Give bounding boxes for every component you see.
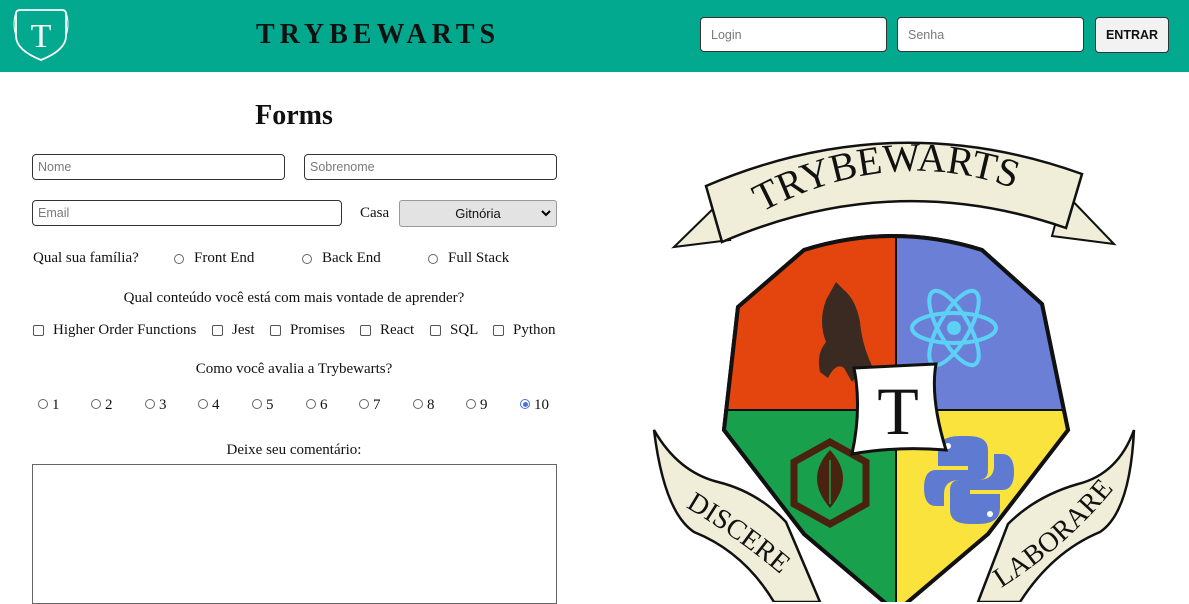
comment-textarea[interactable] — [32, 464, 557, 604]
family-question: Qual sua família? — [33, 250, 139, 266]
rating-radio-3[interactable] — [145, 399, 155, 409]
family-option-label: Front End — [194, 250, 255, 266]
email-input[interactable] — [32, 200, 342, 226]
family-option-label: Back End — [322, 250, 381, 266]
family-radio-front-end[interactable] — [174, 254, 184, 264]
house-select[interactable]: Gitnória — [399, 200, 557, 227]
content-checkbox-sql[interactable] — [430, 325, 441, 336]
top-header: T TRYBEWARTS ENTRAR — [0, 0, 1189, 72]
login-input[interactable] — [700, 17, 887, 52]
family-radio-full-stack[interactable] — [428, 254, 438, 264]
rating-radio-9[interactable] — [466, 399, 476, 409]
rating-radio-5[interactable] — [252, 399, 262, 409]
rating-radio-1[interactable] — [38, 399, 48, 409]
content-checkbox-hof[interactable] — [33, 325, 44, 336]
rating-option-label: 5 — [266, 397, 274, 413]
content-checkbox-promises[interactable] — [270, 325, 281, 336]
name-input[interactable] — [32, 154, 285, 180]
content-option-label: Python — [513, 322, 556, 338]
password-input[interactable] — [897, 17, 1084, 52]
family-option-label: Full Stack — [448, 250, 510, 266]
content-option-label: Jest — [232, 322, 255, 338]
rating-radio-8[interactable] — [413, 399, 423, 409]
rating-option-label: 4 — [212, 397, 220, 413]
content-checkbox-jest[interactable] — [212, 325, 223, 336]
content-option-label: React — [380, 322, 415, 338]
rating-option-label: 7 — [373, 397, 381, 413]
rating-radio-6[interactable] — [306, 399, 316, 409]
content-option-label: Promises — [290, 322, 346, 338]
content-checkbox-python[interactable] — [493, 325, 504, 336]
surname-input[interactable] — [304, 154, 557, 180]
center-letter: T — [877, 373, 919, 449]
rating-option-label: 2 — [105, 397, 113, 413]
rating-option-label: 8 — [427, 397, 435, 413]
house-selected-value: Gitnória — [455, 206, 501, 221]
rating-radio-10[interactable] — [520, 399, 530, 409]
rating-option-label: 10 — [534, 397, 549, 413]
content-option-label: Higher Order Functions — [53, 322, 197, 338]
content-checkbox-react[interactable] — [360, 325, 371, 336]
trybewarts-logo-icon: T — [13, 9, 69, 61]
content-option-label: SQL — [450, 322, 479, 338]
chevron-down-icon — [541, 210, 551, 217]
rating-radio-2[interactable] — [91, 399, 101, 409]
rating-radio-4[interactable] — [198, 399, 208, 409]
rating-option-label: 9 — [480, 397, 488, 413]
rating-question: Como você avalia a Trybewarts? — [195, 361, 393, 377]
brand-title: TRYBEWARTS — [256, 19, 501, 50]
rating-option-label: 3 — [159, 397, 167, 413]
logo-letter: T — [31, 18, 52, 55]
form-title: Forms — [255, 100, 333, 131]
house-label: Casa — [360, 205, 390, 221]
rating-option-label: 6 — [320, 397, 328, 413]
trybewarts-crest-image: TRYBEWARTS T DISCERE LABORARE — [652, 134, 1136, 602]
content-question: Qual conteúdo você está com mais vontade… — [123, 290, 465, 306]
comment-label: Deixe seu comentário: — [226, 442, 362, 458]
rating-radio-7[interactable] — [359, 399, 369, 409]
family-radio-back-end[interactable] — [302, 254, 312, 264]
rating-option-label: 1 — [52, 397, 60, 413]
enter-button[interactable]: ENTRAR — [1095, 17, 1169, 53]
